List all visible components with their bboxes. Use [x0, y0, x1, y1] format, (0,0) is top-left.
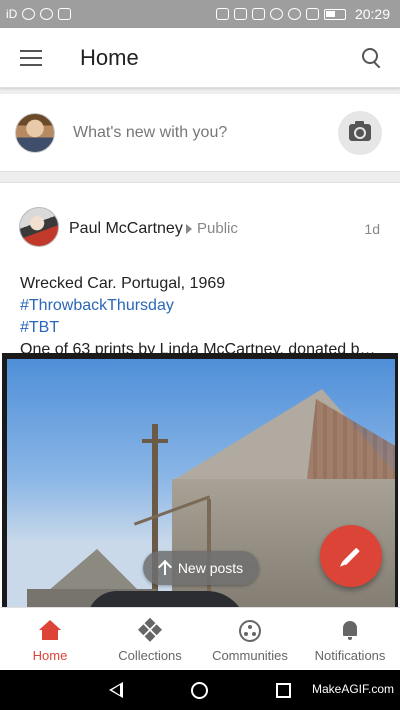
- search-icon[interactable]: [362, 48, 382, 68]
- collections-icon: [137, 617, 163, 644]
- new-posts-label: New posts: [177, 560, 244, 576]
- status-bar-time: 20:29: [354, 6, 390, 22]
- avatar[interactable]: [15, 112, 55, 153]
- nav-home[interactable]: Home: [0, 608, 100, 670]
- home-icon: [39, 620, 61, 642]
- bell-icon: [339, 620, 361, 642]
- battery-icon: [323, 8, 346, 20]
- post-timestamp: 1d: [364, 221, 380, 237]
- hashtag-link[interactable]: #ThrowbackThursday: [20, 297, 174, 314]
- composer-prompt[interactable]: What's new with you?: [73, 124, 338, 142]
- compose-fab[interactable]: [320, 525, 382, 587]
- hashtag-link[interactable]: #TBT: [20, 319, 59, 336]
- signal-icon: [305, 8, 319, 20]
- communities-icon: [239, 620, 261, 642]
- post-caption: Wrecked Car. Portugal, 1969: [20, 275, 226, 292]
- bottom-navigation: Home Collections Communities Notificatio…: [0, 607, 400, 670]
- nfc-icon: [233, 8, 247, 20]
- nav-notifications[interactable]: Notifications: [300, 608, 400, 670]
- status-bar: iD 20:29: [0, 0, 400, 28]
- nav-collections[interactable]: Collections: [100, 608, 200, 670]
- notification-icon: [40, 8, 54, 20]
- post-line1: Wrecked Car. Portugal, 1969 #ThrowbackTh…: [20, 273, 382, 317]
- post-header: Paul McCartney Public 1d: [0, 183, 400, 273]
- watermark: MakeAGIF.com: [311, 682, 394, 696]
- app-bar: Home: [0, 28, 400, 88]
- page-title: Home: [80, 44, 139, 70]
- recent-apps-icon[interactable]: [276, 682, 291, 698]
- post-author[interactable]: Paul McCartney: [69, 220, 183, 238]
- nav-label: Home: [32, 648, 68, 663]
- photo-scaffold-cross: [142, 439, 168, 443]
- cast-icon: [215, 8, 229, 20]
- status-bar-right: 20:29: [215, 6, 390, 22]
- visibility-label: Public: [197, 220, 238, 237]
- menu-icon[interactable]: [20, 49, 42, 66]
- notification-icon: [22, 8, 36, 20]
- status-bar-app-label: iD: [6, 7, 18, 21]
- arrow-up-icon: [159, 561, 171, 575]
- author-avatar[interactable]: [19, 207, 59, 247]
- back-icon[interactable]: [109, 682, 123, 698]
- nav-label: Notifications: [314, 648, 386, 663]
- post-line-hashtag: #TBT: [20, 317, 382, 339]
- alarm-icon: [269, 8, 283, 20]
- notification-icon: [58, 8, 72, 20]
- nav-communities[interactable]: Communities: [200, 608, 300, 670]
- home-circle-icon[interactable]: [191, 681, 208, 699]
- post-text: Wrecked Car. Portugal, 1969 #ThrowbackTh…: [20, 273, 382, 361]
- camera-button[interactable]: [338, 110, 382, 155]
- arrow-right-icon: [186, 223, 192, 234]
- status-bar-left: iD: [6, 7, 72, 21]
- post-visibility: Public: [186, 220, 238, 237]
- new-posts-button[interactable]: New posts: [143, 551, 259, 585]
- post-composer: What's new with you?: [0, 94, 400, 172]
- vibrate-icon: [251, 8, 265, 20]
- pencil-icon: [342, 547, 360, 565]
- wifi-icon: [287, 8, 301, 20]
- camera-icon: [349, 121, 371, 141]
- nav-label: Collections: [118, 648, 182, 663]
- nav-label: Communities: [212, 648, 288, 663]
